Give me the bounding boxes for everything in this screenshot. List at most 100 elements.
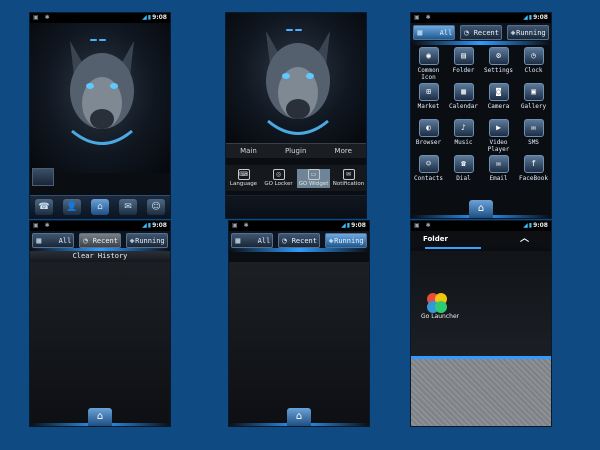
- video-icon: ▶: [488, 119, 509, 137]
- menu-item-go-widget[interactable]: ▭ GO Widget: [297, 168, 330, 188]
- messages-icon[interactable]: ✉: [119, 199, 137, 215]
- wallpaper: [226, 13, 366, 143]
- dock: [226, 195, 366, 218]
- wolf-wallpaper-image: [266, 31, 330, 135]
- browser-icon: ◐: [418, 119, 439, 137]
- email-icon: ✉: [488, 155, 509, 173]
- menu-item-label: Language: [229, 180, 258, 187]
- app-label: Go Launcher: [421, 313, 460, 320]
- status-bar: ▣ ✱ ◢▮ 9:08: [411, 221, 551, 231]
- chevron-up-icon[interactable]: ︿: [520, 231, 529, 247]
- phone-icon[interactable]: ☎: [35, 199, 53, 215]
- tab-all[interactable]: ▦ All: [32, 232, 75, 248]
- contacts-icon: ☺: [418, 155, 439, 173]
- menu-item-go-locker[interactable]: ◎ GO Locker: [262, 168, 295, 188]
- menu-item-label: Notification: [332, 180, 365, 187]
- app-drawer-recent: ▣ ✱ ◢▮ 9:08 ▦ All ◔ Recent ◈ Running Clear …: [29, 220, 171, 427]
- gallery-icon: ▣: [523, 83, 544, 101]
- app-email[interactable]: ✉ Email: [481, 153, 516, 189]
- menu-item-label: GO Locker: [264, 180, 293, 187]
- go-launcher-icon[interactable]: [423, 291, 451, 315]
- dial-icon: ☎: [453, 155, 474, 173]
- app-calendar[interactable]: ▦ Calendar: [446, 81, 481, 117]
- status-time: 9:08: [351, 222, 366, 229]
- camera-icon: ◙: [488, 83, 509, 101]
- folder-header: Folder ︿: [411, 231, 551, 247]
- clock-icon: ◔: [281, 235, 287, 245]
- status-time: 9:08: [533, 222, 548, 229]
- lock-icon: ◎: [272, 168, 285, 180]
- app-settings[interactable]: ⚙ Settings: [481, 45, 516, 81]
- signal-icon: ◢▮: [142, 14, 152, 21]
- app-market[interactable]: ⊞ Market: [411, 81, 446, 117]
- drawer-tabs: ▦ All ◔ Recent ◈ Running: [30, 231, 170, 249]
- app-music[interactable]: ♪ Music: [446, 117, 481, 153]
- running-list: [229, 262, 369, 426]
- notification-icon: ✉: [342, 168, 355, 180]
- home-icon[interactable]: ⌂: [91, 199, 109, 215]
- market-icon: ⊞: [418, 83, 439, 101]
- app-common-icon[interactable]: ◉ Common Icon: [411, 45, 446, 81]
- page-indicator: [286, 16, 306, 31]
- status-time: 9:08: [533, 14, 548, 21]
- app-video-player[interactable]: ▶ Video Player: [481, 117, 516, 153]
- grid-icon: ▦: [36, 235, 42, 245]
- status-bar: ▣ ✱ ◢▮ 9:08: [30, 13, 170, 23]
- contacts-icon[interactable]: 👤: [63, 199, 81, 215]
- language-icon: ⌨: [237, 168, 250, 180]
- menu-tab-more[interactable]: More: [335, 144, 352, 158]
- clear-history-button[interactable]: Clear History: [30, 251, 170, 262]
- folder-icon: ▤: [453, 47, 474, 65]
- grid-icon: ▦: [235, 235, 241, 245]
- tab-running[interactable]: ◈ Running: [506, 24, 549, 40]
- page-indicator: [287, 257, 307, 272]
- home-button[interactable]: ⌂: [88, 408, 112, 426]
- menu-tab-main[interactable]: Main: [240, 144, 257, 158]
- status-time: 9:08: [152, 14, 167, 21]
- facebook-icon: f: [523, 155, 544, 173]
- drawer-tabs: ▦ All ◔ Recent ◈ Running: [229, 231, 369, 249]
- home-button[interactable]: ⌂: [469, 200, 493, 218]
- app-sms[interactable]: ✉ SMS: [516, 117, 551, 153]
- tab-running[interactable]: ◈ Running: [324, 232, 367, 248]
- home-screen: ▣ ✱ ◢▮ 9:08 ☎ 👤 ⌂ ✉ ☺: [29, 12, 171, 219]
- app-facebook[interactable]: f FaceBook: [516, 153, 551, 189]
- calendar-icon: ▦: [453, 83, 474, 101]
- page-indicator: [90, 26, 110, 41]
- menu-tab-plugin[interactable]: Plugin: [285, 144, 306, 158]
- tab-all[interactable]: ▦ All: [231, 232, 274, 248]
- clock-icon: ◔: [463, 27, 469, 37]
- tab-recent[interactable]: ◔ Recent: [459, 24, 502, 40]
- menu-tabs: Main Plugin More: [226, 143, 366, 158]
- music-icon: ♪: [453, 119, 474, 137]
- menu-item-notification[interactable]: ✉ Notification: [332, 168, 365, 188]
- menu-item-language[interactable]: ⌨ Language: [227, 168, 260, 188]
- tab-running[interactable]: ◈ Running: [125, 232, 168, 248]
- status-bar: ▣ ✱ ◢▮ 9:08: [411, 13, 551, 23]
- home-button[interactable]: ⌂: [287, 408, 311, 426]
- folder-divider: [425, 247, 481, 249]
- wolf-wallpaper-image: [70, 41, 134, 145]
- app-folder[interactable]: ▤ Folder: [446, 45, 481, 81]
- status-time: 9:08: [152, 222, 167, 229]
- app-drawer-all: ▣ ✱ ◢▮ 9:08 ▦ All ◔ Recent ◈ Running ◉ Commo…: [410, 12, 552, 219]
- folder-title: Folder: [423, 235, 448, 243]
- app-gallery[interactable]: ▣ Gallery: [516, 81, 551, 117]
- app-contacts[interactable]: ☺ Contacts: [411, 153, 446, 189]
- app-grid: ◉ Common Icon ▤ Folder ⚙ Settings ◷ Clock ⊞ M…: [411, 45, 551, 189]
- sms-icon: ✉: [523, 119, 544, 137]
- signal-icon: ◢▮: [341, 222, 351, 229]
- app-browser[interactable]: ◐ Browser: [411, 117, 446, 153]
- app-camera[interactable]: ◙ Camera: [481, 81, 516, 117]
- tab-recent[interactable]: ◔ Recent: [78, 232, 121, 248]
- home-folder-icon[interactable]: [32, 168, 54, 186]
- browser-icon[interactable]: ☺: [147, 199, 165, 215]
- app-dial[interactable]: ☎ Dial: [446, 153, 481, 189]
- status-bar: ▣ ✱ ◢▮ 9:08: [30, 221, 170, 231]
- signal-icon: ◢▮: [523, 222, 533, 229]
- tab-all[interactable]: ▦ All: [413, 24, 456, 40]
- tab-recent[interactable]: ◔ Recent: [277, 232, 320, 248]
- wallpaper: [30, 23, 170, 173]
- folder-screen: ▣ ✱ ◢▮ 9:08 Folder ︿ Go Launcher: [410, 220, 552, 427]
- app-clock[interactable]: ◷ Clock: [516, 45, 551, 81]
